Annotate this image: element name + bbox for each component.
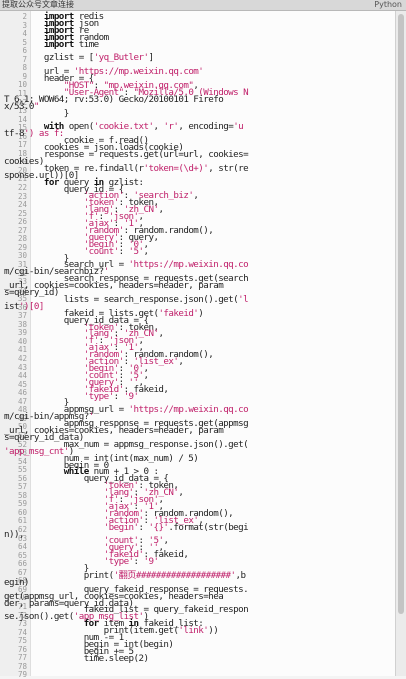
window-title: 提取公众号文章连接 [2,0,74,9]
code-line[interactable]: import time [4,39,99,48]
code-line[interactable]: } [4,108,70,117]
code-editor[interactable]: 2 3 4 5 6 7 8 9 10 11 12 13 14 15 16 17 18 19 20 21 22 23 24 25… [0,11,396,679]
language-label[interactable]: Python [374,0,402,10]
code-line[interactable]: gzlist = ['yq_Butler'] [4,53,154,62]
code-area[interactable]: import redis import json import re impor… [4,11,370,676]
code-line[interactable]: 'begin': '{}'.format(str(begi [4,522,249,531]
scrollbar-thumb[interactable] [398,14,404,614]
code-line[interactable]: time.sleep(2) [4,654,149,663]
window-title-bar: 提取公众号文章连接 Python [0,0,406,11]
code-line[interactable]: print('翻页###################',b [4,571,246,580]
vertical-scrollbar[interactable] [395,11,406,676]
